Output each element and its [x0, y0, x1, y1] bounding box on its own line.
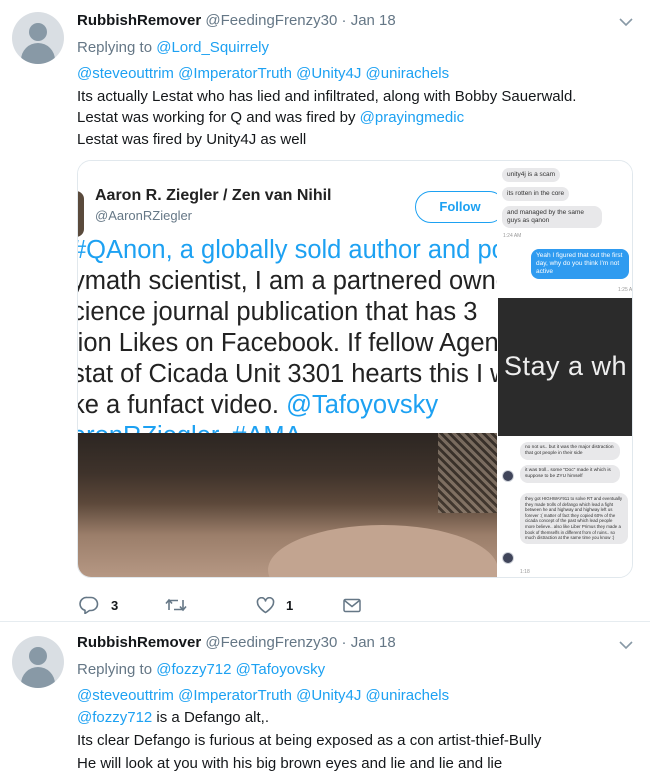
- chat-bubble-sent: Yeah I figured that out the first day, w…: [531, 249, 629, 279]
- chat-bubble: it was troll.. some "Doc" made it which …: [520, 465, 620, 483]
- retweet-icon: [165, 598, 187, 612]
- default-avatar-icon[interactable]: [12, 12, 64, 64]
- user-handle[interactable]: @FeedingFrenzy30: [205, 634, 337, 651]
- mention-link[interactable]: @fozzy712: [77, 709, 152, 726]
- replying-to-link[interactable]: @fozzy712 @Tafoyovsky: [156, 661, 325, 678]
- like-button[interactable]: 1: [256, 595, 293, 615]
- tweet-date[interactable]: Jan 18: [351, 12, 396, 29]
- like-count: 1: [286, 597, 294, 613]
- embedded-text-line: stat of Cicada Unit 3301 hearts this I w…: [78, 360, 497, 388]
- embedded-text-line: ke a funfact video. @Tafoyovsky: [78, 391, 439, 419]
- dark-panel-text: Stay a wh: [504, 351, 628, 381]
- reply-icon: [79, 596, 99, 614]
- message-icon: [343, 598, 361, 612]
- retweet-button[interactable]: [165, 595, 187, 615]
- mention-link[interactable]: @prayingmedic: [360, 109, 464, 126]
- replying-prefix: Replying to: [77, 39, 153, 56]
- embedded-name: Aaron R. Ziegler / Zen van Nihil: [95, 187, 332, 204]
- tweet-text-line: Lestat was fired by Unity4J as well: [77, 131, 307, 148]
- embedded-text-line: #QAnon, a globally sold author and po: [78, 236, 497, 264]
- avatar-body: [21, 43, 55, 64]
- media-image-dark[interactable]: Stay a wh: [498, 298, 632, 436]
- separator-dot: ·: [341, 12, 347, 29]
- media-image-chat-top[interactable]: unity4j is a scam its rotten in the core…: [498, 161, 633, 296]
- chat-time: 1:25 A: [618, 287, 633, 293]
- chat-bubble: unity4j is a scam: [502, 168, 561, 182]
- media-image-chat-bottom[interactable]: no not us.. but it was the major distrac…: [498, 438, 632, 577]
- reply-count: 3: [111, 597, 119, 613]
- message-button[interactable]: [343, 595, 361, 615]
- avatar-head: [29, 23, 47, 41]
- embedded-text-line: lion Likes on Facebook. If fellow Agent: [78, 329, 497, 357]
- avatar-head: [29, 647, 47, 665]
- tweet[interactable]: RubbishRemover @FeedingFrenzy30 · Jan 18…: [0, 623, 650, 781]
- chat-time: 1:18: [520, 569, 530, 575]
- display-name[interactable]: RubbishRemover: [77, 634, 201, 651]
- display-name[interactable]: RubbishRemover: [77, 12, 201, 29]
- chat-bubble: no not us.. but it was the major distrac…: [520, 442, 620, 460]
- photo-face: [268, 525, 497, 577]
- tweet-text: is a Defango alt,.: [152, 709, 269, 726]
- embedded-follow-button: Follow: [415, 191, 497, 223]
- embedded-text-line: ymath scientist, I am a partnered owne: [78, 267, 497, 295]
- embedded-photo: [78, 433, 497, 577]
- tweet-text-line: Lestat was working for Q and was fired b…: [77, 108, 464, 128]
- chat-bubble: they got HIGHWAY911 to solve RT and even…: [520, 493, 628, 544]
- mentions-line[interactable]: @steveouttrim @ImperatorTruth @Unity4J @…: [77, 64, 449, 84]
- replying-to-line: Replying to @fozzy712 @Tafoyovsky: [77, 660, 325, 680]
- replying-prefix: Replying to: [77, 661, 153, 678]
- tweet-header: RubbishRemover @FeedingFrenzy30 · Jan 18: [77, 11, 396, 31]
- embedded-text-line: cience journal publication that has 3: [78, 298, 478, 326]
- embedded-handle: @AaronRZiegler: [95, 208, 193, 223]
- chat-bubble: and managed by the same guys as qanon: [502, 206, 602, 228]
- caret-down-icon[interactable]: [618, 639, 634, 651]
- tweet[interactable]: RubbishRemover @FeedingFrenzy30 · Jan 18…: [0, 0, 650, 622]
- tweet-text-line: He will look at you with his big brown e…: [77, 755, 503, 772]
- replying-to-line: Replying to @Lord_Squirrely: [77, 38, 269, 58]
- tweet-text-line: Its clear Defango is furious at being ex…: [77, 732, 542, 749]
- chat-bubble: its rotten in the core: [502, 187, 570, 201]
- embedded-avatar: [78, 191, 84, 237]
- chat-avatar: [502, 470, 514, 482]
- chat-time: 1:24 AM: [503, 233, 522, 239]
- separator-dot: ·: [341, 634, 347, 651]
- tweet-text: Lestat was working for Q and was fired b…: [77, 109, 356, 126]
- avatar-body: [21, 667, 55, 688]
- media-image-embedded-tweet[interactable]: Aaron R. Ziegler / Zen van Nihil @AaronR…: [78, 161, 497, 577]
- embedded-tweet-text: #QAnon, a globally sold author and po ym…: [78, 235, 497, 452]
- replying-to-link[interactable]: @Lord_Squirrely: [156, 39, 269, 56]
- user-handle[interactable]: @FeedingFrenzy30: [205, 12, 337, 29]
- tweet-date[interactable]: Jan 18: [351, 634, 396, 651]
- photo-background-pattern: [438, 433, 497, 513]
- like-icon: [256, 596, 275, 613]
- tweet-text-line: Its actually Lestat who has lied and inf…: [77, 88, 577, 105]
- tweet-text-line: @fozzy712 is a Defango alt,.: [77, 708, 269, 728]
- tweet-header: RubbishRemover @FeedingFrenzy30 · Jan 18: [77, 633, 396, 653]
- tweet-actions: 3 1: [77, 595, 497, 615]
- chat-avatar: [502, 552, 514, 564]
- default-avatar-icon[interactable]: [12, 636, 64, 688]
- media-grid[interactable]: Aaron R. Ziegler / Zen van Nihil @AaronR…: [77, 160, 633, 578]
- caret-down-icon[interactable]: [618, 16, 634, 28]
- mentions-line[interactable]: @steveouttrim @ImperatorTruth @Unity4J @…: [77, 686, 449, 706]
- reply-button[interactable]: 3: [79, 595, 118, 615]
